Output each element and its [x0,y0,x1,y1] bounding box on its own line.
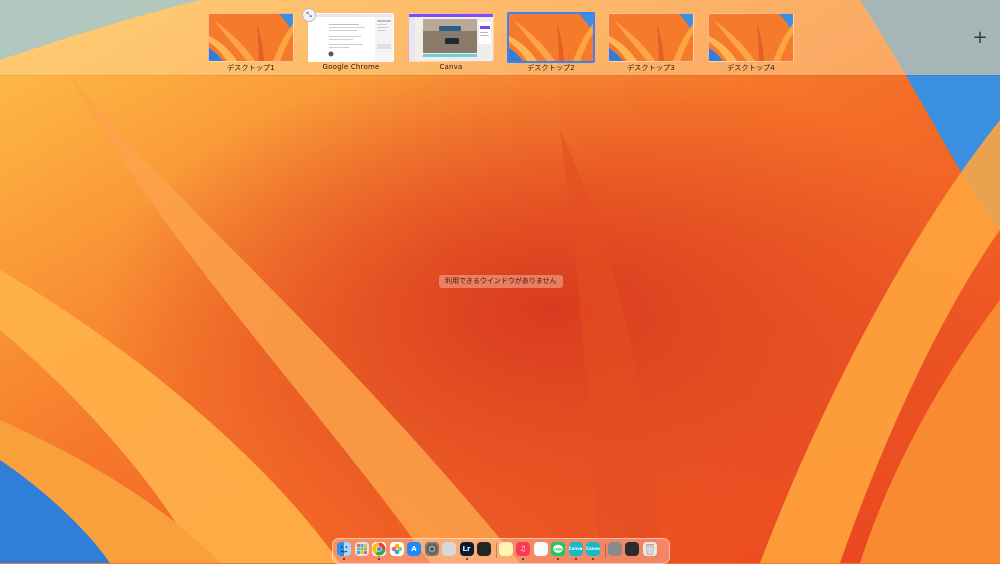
preview-icon[interactable] [607,542,622,556]
trash-icon[interactable] [642,542,657,556]
space-3[interactable]: Canva [408,13,494,71]
space-label: デスクトップ2 [527,64,575,72]
space-5[interactable]: デスクトップ3 [608,13,694,72]
mission-control-spaces-bar: デスクトップ1 Google Chrome Canva デスクトップ2 デスクト… [0,0,1000,75]
running-indicator [592,558,594,560]
add-space-button[interactable]: + [970,28,990,48]
running-indicator [465,558,468,560]
svg-text:LINE: LINE [553,547,563,551]
space-thumbnail[interactable] [507,12,595,63]
app-store-icon[interactable]: A [407,542,421,556]
space-4[interactable]: デスクトップ2 [507,12,595,72]
running-indicator [522,558,524,560]
space-label: デスクトップ4 [727,64,775,72]
running-indicator [343,558,345,560]
space-6[interactable]: デスクトップ4 [708,13,794,72]
running-indicator [574,558,577,560]
script-icon[interactable] [442,542,456,556]
canva-icon-2[interactable]: Canva [586,542,600,556]
running-indicator [557,558,559,560]
space-2[interactable]: Google Chrome [308,13,394,71]
dock-separator [604,543,606,558]
system-settings-icon[interactable] [424,542,439,556]
davinci-icon[interactable] [477,542,491,556]
launchpad-icon[interactable] [354,542,369,556]
space-label: デスクトップ1 [227,64,275,72]
line-icon[interactable]: LINE [551,542,565,556]
screenshot-icon[interactable] [625,542,639,556]
space-label: Google Chrome [322,63,380,71]
canva-icon[interactable]: Canva [568,542,583,556]
space-thumbnail[interactable] [308,13,394,62]
space-label: デスクトップ3 [627,64,675,72]
lightroom-icon[interactable]: Lr [459,542,474,556]
finder-icon[interactable] [337,542,351,556]
photobooth-icon[interactable] [533,542,548,556]
dock: A Lr ♫ LINE Canva Canva [332,538,670,564]
dock-separator [495,543,497,558]
photos-icon[interactable] [389,542,404,556]
no-windows-message: 利用できるウインドウがありません [439,275,563,288]
space-label: Canva [439,63,463,71]
space-thumbnail[interactable] [608,13,694,62]
space-thumbnail[interactable] [208,13,294,62]
running-indicator [378,558,380,560]
space-thumbnail[interactable] [408,13,494,62]
chrome-icon[interactable] [372,542,386,556]
notes-icon[interactable] [498,542,513,556]
space-thumbnail[interactable] [708,13,794,62]
exit-fullscreen-icon[interactable]: ⤡ [302,8,316,22]
space-1[interactable]: デスクトップ1 [208,13,294,72]
music-icon[interactable]: ♫ [516,542,530,556]
